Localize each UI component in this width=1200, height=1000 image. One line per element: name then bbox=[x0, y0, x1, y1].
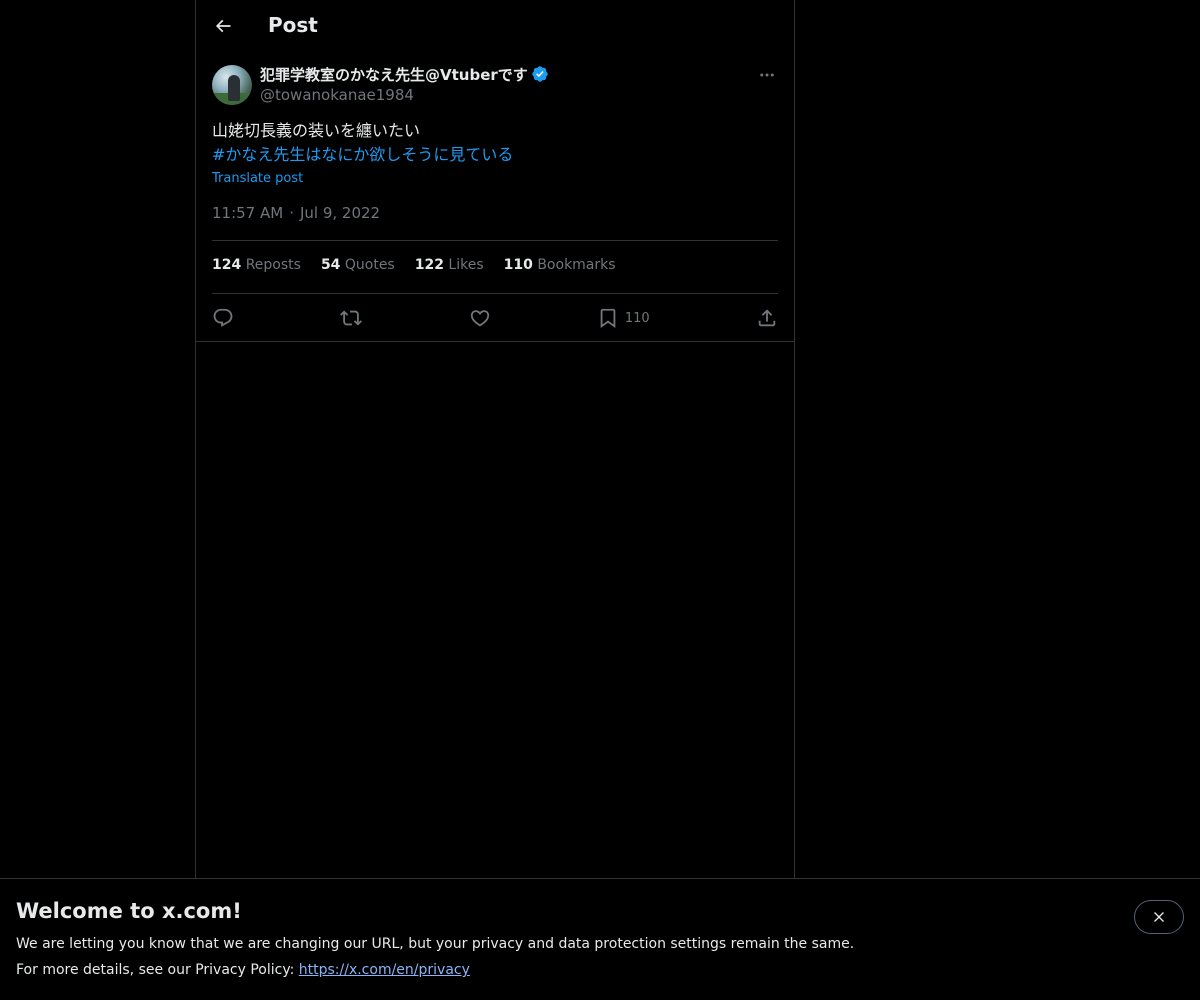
share-icon bbox=[758, 309, 776, 327]
repost-icon bbox=[340, 310, 363, 326]
banner-message: We are letting you know that we are chan… bbox=[16, 936, 855, 952]
post-body: 山姥切長義の装いを纏いたい #かなえ先生はなにか欲しそうに見ている Transl… bbox=[212, 119, 778, 189]
banner-privacy-prefix: For more details, see our Privacy Policy… bbox=[16, 962, 299, 978]
verified-badge-icon bbox=[532, 66, 548, 82]
bookmarks-label: Bookmarks bbox=[537, 257, 616, 273]
privacy-policy-link[interactable]: https://x.com/en/privacy bbox=[299, 962, 470, 978]
quotes-count: 54 bbox=[320, 257, 341, 273]
action-bar: 110 bbox=[212, 303, 778, 333]
more-icon bbox=[760, 73, 774, 77]
banner-privacy-line: For more details, see our Privacy Policy… bbox=[16, 962, 470, 978]
like-icon bbox=[470, 310, 489, 327]
quotes-label: Quotes bbox=[344, 257, 395, 273]
reposts-count: 124 bbox=[212, 257, 242, 273]
reposts-stat[interactable]: 124 Reposts bbox=[212, 257, 301, 273]
bookmark-button[interactable]: 110 bbox=[597, 307, 650, 329]
author-block: 犯罪学教室のかなえ先生@Vtuberです @towanokanae1984 bbox=[260, 63, 549, 105]
hashtag-link[interactable]: #かなえ先生はなにか欲しそうに見ている bbox=[212, 143, 778, 167]
bookmark-action-count: 110 bbox=[624, 310, 650, 326]
welcome-banner: Welcome to x.com! We are letting you kno… bbox=[0, 878, 1200, 1000]
divider bbox=[212, 240, 778, 241]
quotes-stat[interactable]: 54 Quotes bbox=[321, 257, 395, 273]
avatar[interactable] bbox=[212, 65, 252, 105]
post-timestamp: 11:57 AM · Jul 9, 2022 bbox=[212, 204, 380, 222]
likes-count: 122 bbox=[414, 257, 444, 273]
author-display-name[interactable]: 犯罪学教室のかなえ先生@Vtuberです bbox=[260, 64, 528, 85]
translate-post-link[interactable]: Translate post bbox=[212, 169, 778, 189]
post-stats: 124 Reposts 54 Quotes 122 Likes 110 Book… bbox=[212, 257, 616, 273]
post-time[interactable]: 11:57 AM bbox=[212, 204, 283, 222]
likes-stat[interactable]: 122 Likes bbox=[415, 257, 484, 273]
date-separator: · bbox=[289, 204, 294, 222]
bookmarks-count: 110 bbox=[503, 257, 533, 273]
main-column: Post 犯罪学教室のかなえ先生@Vtuberです @towanokanae19… bbox=[195, 0, 795, 1000]
author-handle[interactable]: @towanokanae1984 bbox=[260, 85, 549, 105]
post-date[interactable]: Jul 9, 2022 bbox=[300, 204, 380, 222]
repost-button[interactable] bbox=[340, 307, 363, 329]
bookmarks-stat[interactable]: 110 Bookmarks bbox=[504, 257, 616, 273]
post-detail: 犯罪学教室のかなえ先生@Vtuberです @towanokanae1984 山姥… bbox=[196, 0, 794, 342]
close-icon bbox=[1154, 912, 1164, 922]
more-options-button[interactable] bbox=[756, 64, 778, 86]
divider bbox=[212, 293, 778, 294]
bookmark-icon bbox=[600, 308, 616, 329]
share-button[interactable] bbox=[756, 307, 778, 329]
close-banner-button[interactable] bbox=[1134, 900, 1184, 934]
reposts-label: Reposts bbox=[245, 257, 301, 273]
like-button[interactable] bbox=[469, 307, 491, 329]
reply-icon bbox=[213, 308, 233, 327]
banner-title: Welcome to x.com! bbox=[16, 899, 242, 923]
likes-label: Likes bbox=[448, 257, 484, 273]
reply-button[interactable] bbox=[212, 307, 234, 329]
post-text: 山姥切長義の装いを纏いたい bbox=[212, 121, 421, 140]
